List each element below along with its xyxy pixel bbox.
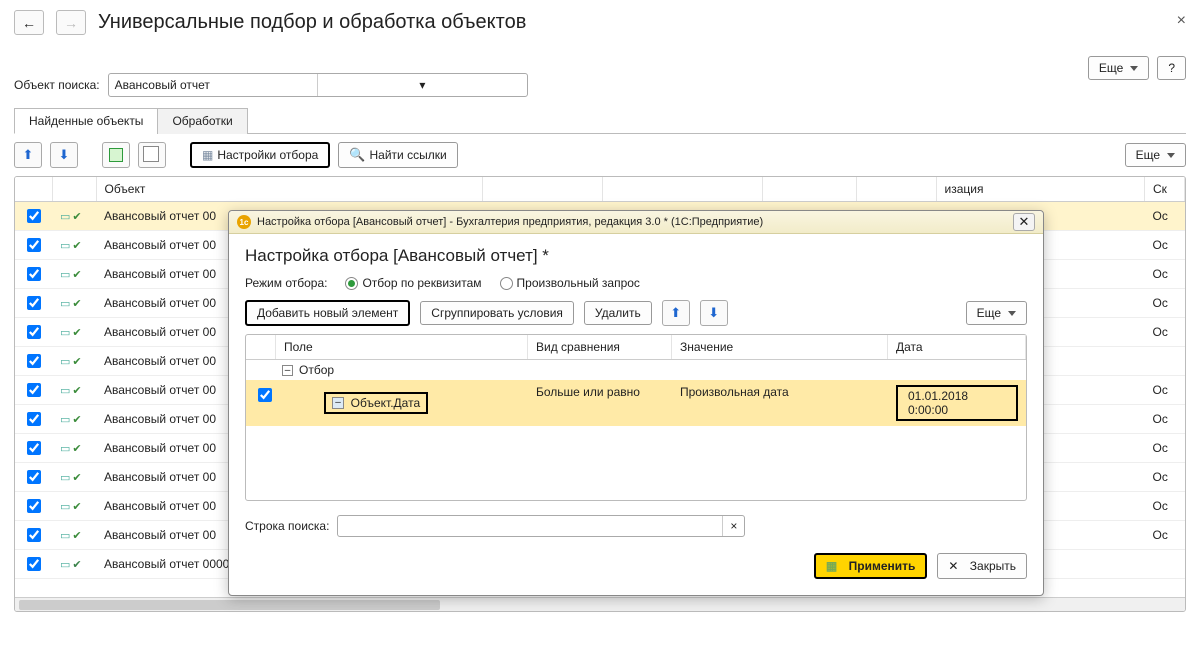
doc-status-icon: ▭✔ <box>60 210 82 223</box>
doc-status-icon: ▭✔ <box>60 471 82 484</box>
close-icon[interactable]: × <box>1177 12 1186 30</box>
mode-label: Режим отбора: <box>245 276 327 290</box>
search-object-value: Авансовый отчет <box>109 78 318 92</box>
onec-icon: 1c <box>237 215 251 229</box>
nav-back-button[interactable]: ← <box>14 10 44 35</box>
find-links-button[interactable]: 🔍 Найти ссылки <box>338 142 457 168</box>
col-organization[interactable]: изация <box>936 177 1145 202</box>
row-sk: Ос <box>1145 260 1185 289</box>
more-button-toolbar[interactable]: Еще <box>1125 143 1186 167</box>
dialog-window-title: Настройка отбора [Авансовый отчет] - Бух… <box>257 216 763 228</box>
tab-handlers[interactable]: Обработки <box>157 108 247 134</box>
horizontal-scrollbar[interactable] <box>15 597 1185 611</box>
val-cell[interactable]: Произвольная дата <box>672 380 888 426</box>
row-sk: Ос <box>1145 492 1185 521</box>
help-button[interactable]: ? <box>1157 56 1186 80</box>
row-sk: Ос <box>1145 521 1185 550</box>
doc-status-icon: ▭✔ <box>60 413 82 426</box>
page-title: Универсальные подбор и обработка объекто… <box>98 11 526 34</box>
nav-forward-button[interactable]: → <box>56 10 86 35</box>
cmp-cell[interactable]: Больше или равно <box>528 380 672 426</box>
check-all-button[interactable] <box>102 142 130 168</box>
row-checkbox[interactable] <box>27 267 41 281</box>
doc-status-icon: ▭✔ <box>60 500 82 513</box>
filter-dialog: 1c Настройка отбора [Авансовый отчет] - … <box>228 210 1044 596</box>
row-checkbox[interactable] <box>27 354 41 368</box>
row-sk: Ос <box>1145 289 1185 318</box>
row-sk: Ос <box>1145 405 1185 434</box>
filter-settings-label: Настройки отбора <box>217 148 318 162</box>
close-x-icon: ✕ <box>948 559 958 573</box>
group-label: Отбор <box>299 363 334 377</box>
row-sk: Ос <box>1145 434 1185 463</box>
doc-status-icon: ▭✔ <box>60 384 82 397</box>
row-checkbox[interactable] <box>27 557 41 571</box>
radio-by-props[interactable]: Отбор по реквизитам <box>345 276 481 290</box>
doc-status-icon: ▭✔ <box>60 529 82 542</box>
apply-icon: ▦ <box>826 559 837 573</box>
row-sk: Ос <box>1145 463 1185 492</box>
doc-status-icon: ▭✔ <box>60 558 82 571</box>
group-conditions-button[interactable]: Сгруппировать условия <box>420 301 574 325</box>
move-down-button[interactable]: ⬇ <box>50 142 78 168</box>
delete-button[interactable]: Удалить <box>584 301 652 325</box>
filter-conditions-table: Поле Вид сравнения Значение Дата – Отбор… <box>245 334 1027 501</box>
doc-status-icon: ▭✔ <box>60 239 82 252</box>
row-checkbox[interactable] <box>27 296 41 310</box>
add-element-button[interactable]: Добавить новый элемент <box>245 300 410 326</box>
col-sk[interactable]: Ск <box>1145 177 1185 202</box>
search-string-label: Строка поиска: <box>245 519 329 533</box>
doc-status-icon: ▭✔ <box>60 297 82 310</box>
row-sk: Ос <box>1145 318 1185 347</box>
doc-status-icon: ▭✔ <box>60 355 82 368</box>
date-cell[interactable]: 01.01.2018 0:00:00 <box>896 385 1018 421</box>
row-checkbox[interactable] <box>27 499 41 513</box>
chevron-down-icon[interactable]: ▾ <box>317 74 527 96</box>
hdr-val[interactable]: Значение <box>672 335 888 359</box>
hdr-date[interactable]: Дата <box>888 335 1026 359</box>
doc-status-icon: ▭✔ <box>60 442 82 455</box>
row-sk <box>1145 347 1185 376</box>
row-sk: Ос <box>1145 202 1185 231</box>
row-checkbox[interactable] <box>27 470 41 484</box>
tab-found-objects[interactable]: Найденные объекты <box>14 108 158 134</box>
field-chip[interactable]: – Объект.Дата <box>324 392 428 414</box>
search-string-field[interactable] <box>338 516 722 536</box>
copy-button[interactable] <box>138 142 166 168</box>
row-sk: Ос <box>1145 231 1185 260</box>
collapse-icon[interactable]: – <box>282 365 293 376</box>
row-checkbox[interactable] <box>27 238 41 252</box>
dlg-move-down-button[interactable]: ⬇ <box>700 300 728 326</box>
condition-checkbox[interactable] <box>258 388 272 402</box>
dlg-more-button[interactable]: Еще <box>966 301 1027 325</box>
row-checkbox[interactable] <box>27 209 41 223</box>
apply-button[interactable]: ▦ Применить <box>814 553 927 579</box>
filter-condition-row[interactable]: – Объект.Дата Больше или равно Произволь… <box>246 380 1026 426</box>
close-button[interactable]: ✕ Закрыть <box>937 553 1027 579</box>
hdr-field[interactable]: Поле <box>276 335 528 359</box>
move-up-button[interactable]: ⬆ <box>14 142 42 168</box>
row-checkbox[interactable] <box>27 325 41 339</box>
col-object[interactable]: Объект <box>96 177 482 202</box>
hdr-cmp[interactable]: Вид сравнения <box>528 335 672 359</box>
radio-query[interactable]: Произвольный запрос <box>500 276 640 290</box>
search-string-input[interactable]: × <box>337 515 745 537</box>
more-button-top[interactable]: Еще <box>1088 56 1149 80</box>
doc-status-icon: ▭✔ <box>60 326 82 339</box>
row-checkbox[interactable] <box>27 528 41 542</box>
clear-search-icon[interactable]: × <box>722 516 744 536</box>
filter-settings-button[interactable]: ▦ Настройки отбора <box>190 142 330 168</box>
dlg-move-up-button[interactable]: ⬆ <box>662 300 690 326</box>
dialog-heading: Настройка отбора [Авансовый отчет] * <box>245 246 1027 266</box>
dialog-close-button[interactable]: ✕ <box>1013 213 1035 231</box>
filter-group-row[interactable]: – Отбор <box>246 360 1026 380</box>
find-links-label: Найти ссылки <box>370 148 447 162</box>
doc-status-icon: ▭✔ <box>60 268 82 281</box>
row-sk: Ос <box>1145 376 1185 405</box>
search-object-combo[interactable]: Авансовый отчет ▾ <box>108 73 528 97</box>
row-checkbox[interactable] <box>27 383 41 397</box>
search-object-label: Объект поиска: <box>14 78 100 92</box>
row-checkbox[interactable] <box>27 412 41 426</box>
row-checkbox[interactable] <box>27 441 41 455</box>
